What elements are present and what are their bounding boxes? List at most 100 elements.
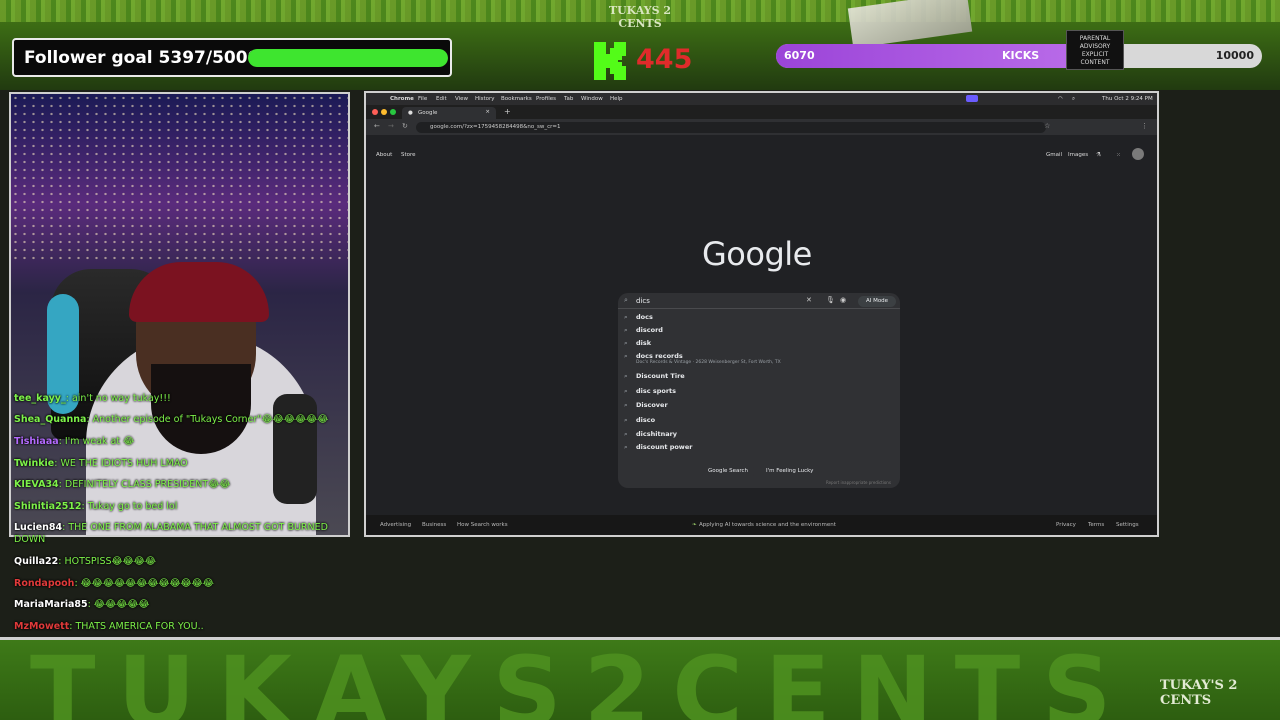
chat-username: Tishiaaa xyxy=(14,436,59,447)
search-suggestion[interactable]: dicshitnary xyxy=(636,430,677,438)
footer-settings[interactable]: Settings xyxy=(1116,522,1139,528)
maximize-window-icon[interactable] xyxy=(390,109,396,115)
chat-message: tee_kayy_: ain't no way tukay!!! xyxy=(14,392,171,405)
search-input[interactable]: dics xyxy=(636,297,650,305)
chat-text: : DEFINITELY CLASS PRESIDENT😂😂 xyxy=(58,479,231,490)
menu-chrome[interactable]: Chrome xyxy=(390,96,414,102)
footer-terms[interactable]: Terms xyxy=(1088,522,1104,528)
minimize-window-icon[interactable] xyxy=(381,109,387,115)
google-footer: Advertising Business How Search works ❧ … xyxy=(366,515,1157,535)
suggestion-search-icon: ⌕ xyxy=(624,387,628,395)
menu-history[interactable]: History xyxy=(475,96,495,102)
reload-icon[interactable]: ↻ xyxy=(402,122,408,130)
suggestion-search-icon: ⌕ xyxy=(624,416,628,424)
google-homepage: About Store Gmail Images ⚗ ⁙ Google ⌕ di… xyxy=(366,135,1157,535)
search-box[interactable]: ⌕ dics ✕ 🎙 ◉ AI Mode ⌕ docs ⌕ discord ⌕ disk ⌕… xyxy=(618,293,900,488)
kicks-target: 10000 xyxy=(1215,49,1254,62)
chat-text: : THATS AMERICA FOR YOU.. xyxy=(69,621,204,632)
leaf-icon: ❧ xyxy=(692,522,697,528)
apps-grid-icon[interactable]: ⁙ xyxy=(1116,152,1121,158)
lens-icon[interactable]: ◉ xyxy=(840,296,846,304)
suggestion-search-icon: ⌕ xyxy=(624,326,628,334)
chat-username: tee_kayy_ xyxy=(14,393,66,404)
account-avatar[interactable] xyxy=(1132,148,1144,160)
chrome-menu-icon[interactable]: ⋮ xyxy=(1141,122,1148,130)
suggestion-text: disc sports xyxy=(636,387,677,395)
screen-record-icon[interactable] xyxy=(966,95,978,102)
suggestion-search-icon: ⌕ xyxy=(624,313,628,321)
menu-help[interactable]: Help xyxy=(610,96,623,102)
chat-message: MzMowett: THATS AMERICA FOR YOU.. xyxy=(14,620,204,633)
chat-text: : I'm weak at 😂 xyxy=(58,436,135,447)
address-bar[interactable]: google.com/?zx=1759458284498&no_sw_cr=1 xyxy=(416,122,1046,133)
feeling-lucky-button[interactable]: I'm Feeling Lucky xyxy=(760,465,820,477)
menu-view[interactable]: View xyxy=(455,96,468,102)
images-link[interactable]: Images xyxy=(1068,152,1088,158)
store-link[interactable]: Store xyxy=(401,152,416,158)
chat-text: : THE ONE FROM ALABAMA THAT ALMOST GOT B… xyxy=(62,522,328,533)
menu-bookmarks[interactable]: Bookmarks xyxy=(501,96,532,102)
menu-window[interactable]: Window xyxy=(581,96,603,102)
chat-overlay: tee_kayy_: ain't no way tukay!!! Shea_Qua… xyxy=(14,392,354,637)
suggestion-search-icon: ⌕ xyxy=(624,372,628,380)
toolbar: ← → ↻ google.com/?zx=1759458284498&no_sw… xyxy=(366,119,1157,135)
kick-viewer-count: 445 xyxy=(636,44,693,75)
search-suggestion[interactable]: Discover xyxy=(636,401,668,409)
menu-profiles[interactable]: Profiles xyxy=(536,96,556,102)
menu-tab[interactable]: Tab xyxy=(564,96,573,102)
search-suggestion[interactable]: docs xyxy=(636,313,653,321)
wifi-icon[interactable]: ◠ xyxy=(1058,96,1063,102)
clear-icon[interactable]: ✕ xyxy=(806,296,812,304)
gmail-link[interactable]: Gmail xyxy=(1046,152,1062,158)
chat-text: : WE THE IDIOTS HUH LMAO xyxy=(54,458,188,469)
about-link[interactable]: About xyxy=(376,152,392,158)
footer-privacy[interactable]: Privacy xyxy=(1056,522,1076,528)
search-icon[interactable]: ⌕ xyxy=(1072,96,1075,103)
suggestion-text: docs records xyxy=(636,352,683,360)
search-suggestion[interactable]: disc sports xyxy=(636,387,676,395)
suggestion-subtext: Doc's Records & Vintage · 2628 Weisenber… xyxy=(636,360,781,365)
chat-username: Lucien84 xyxy=(14,522,63,533)
search-suggestion[interactable]: discount power xyxy=(636,443,692,451)
ai-mode-button[interactable]: AI Mode xyxy=(858,296,896,307)
labs-icon[interactable]: ⚗ xyxy=(1096,152,1101,158)
follower-goal-widget: Follower goal 5397/5000 xyxy=(12,38,452,77)
chat-username: MzMowett xyxy=(14,621,70,632)
back-icon[interactable]: ← xyxy=(374,122,380,130)
parental-advisory-badge: PARENTAL ADVISORY EXPLICIT CONTENT xyxy=(1066,30,1124,70)
chat-message: MariaMaria85: 😂😂😂😂😂 xyxy=(14,598,149,611)
forward-icon[interactable]: → xyxy=(388,122,394,130)
menu-edit[interactable]: Edit xyxy=(436,96,447,102)
suggestion-search-icon: ⌕ xyxy=(624,443,628,451)
chat-username: Quilla22 xyxy=(14,556,59,567)
google-search-button[interactable]: Google Search xyxy=(702,465,755,477)
tab-title: Google xyxy=(418,110,438,116)
footer-business[interactable]: Business xyxy=(422,522,446,528)
kicks-goal-bar: 6070 KICKS 10000 xyxy=(776,44,1262,68)
suggestion-text: Discover xyxy=(636,401,668,409)
follower-goal-fill xyxy=(248,49,448,67)
footer-ai-science[interactable]: Applying AI towards science and the envi… xyxy=(699,522,836,528)
chat-message: Shinitia2512: Tukay go to bed lol xyxy=(14,500,177,513)
tab-google[interactable]: ● Google × xyxy=(402,107,496,119)
close-window-icon[interactable] xyxy=(372,109,378,115)
chat-message: Lucien84: THE ONE FROM ALABAMA THAT ALMO… xyxy=(14,521,328,534)
report-predictions-link[interactable]: Report inappropriate predictions xyxy=(826,480,891,485)
search-suggestion[interactable]: disco xyxy=(636,416,655,424)
url-text: google.com/?zx=1759458284498&no_sw_cr=1 xyxy=(430,124,561,130)
footer-how-search-works[interactable]: How Search works xyxy=(457,522,508,528)
suggestion-search-icon: ⌕ xyxy=(624,401,628,409)
tab-bar: ● Google × + xyxy=(366,105,1157,119)
bookmark-star-icon[interactable]: ☆ xyxy=(1044,122,1050,130)
suggestion-search-icon: ⌕ xyxy=(624,430,628,438)
search-suggestion[interactable]: docs records Doc's Records & Vintage · 26… xyxy=(636,352,781,365)
search-suggestion[interactable]: discord xyxy=(636,326,663,334)
search-icon: ⌕ xyxy=(624,296,628,304)
new-tab-icon[interactable]: + xyxy=(504,107,511,116)
search-suggestion[interactable]: disk xyxy=(636,339,651,347)
menu-file[interactable]: File xyxy=(418,96,427,102)
tab-close-icon[interactable]: × xyxy=(485,109,490,115)
footer-advertising[interactable]: Advertising xyxy=(380,522,411,528)
search-suggestion[interactable]: Discount Tire xyxy=(636,372,685,380)
voice-search-icon[interactable]: 🎙 xyxy=(826,296,835,304)
